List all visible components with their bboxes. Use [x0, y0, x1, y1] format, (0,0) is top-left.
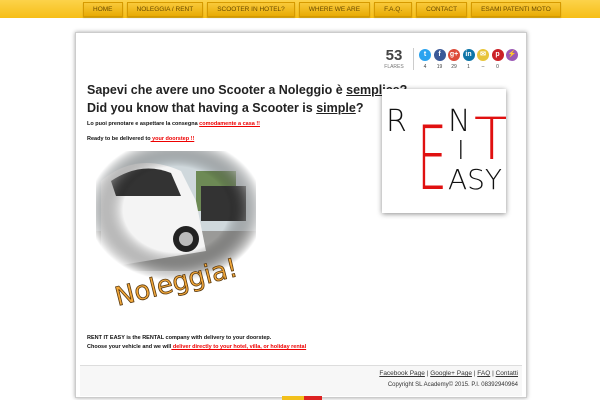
hotel-delivery-link[interactable]: deliver directly to your hotel, villa, o…	[171, 344, 306, 350]
facebook-icon: f	[433, 49, 446, 61]
doorstep-link[interactable]: your doorstep !!	[151, 136, 194, 142]
share-value: 0	[496, 64, 499, 70]
share-button-flare[interactable]: ⚡	[505, 48, 519, 70]
footer-link[interactable]: Facebook Page	[379, 370, 425, 377]
share-button-google-plus[interactable]: g+ 29	[447, 48, 461, 70]
copyright: Copyright SL Academy© 2015. P.I. 0839294…	[387, 382, 518, 388]
footer-links: Facebook Page | Google+ Page | FAQ | Con…	[379, 370, 518, 377]
svg-text:I: I	[457, 136, 465, 166]
vehicle-delivery-text: Choose your vehicle and we will deliver …	[87, 344, 307, 350]
headline-english: Did you know that having a Scooter is si…	[87, 101, 364, 115]
footer-link[interactable]: Contatti	[496, 370, 518, 377]
svg-text:E: E	[417, 107, 447, 210]
share-value: 1	[467, 64, 470, 70]
pinterest-icon: p	[491, 49, 504, 61]
nav-item-home[interactable]: HOME	[83, 2, 123, 17]
delivery-text: Ready to be delivered to your doorstep !…	[87, 136, 195, 142]
nav-item-scooter-in-hotel[interactable]: SCOOTER IN HOTEL?	[207, 2, 295, 17]
nav-item-contact[interactable]: CONTACT	[416, 2, 468, 17]
booking-text: Lo puoi prenotare e aspettare la consegn…	[87, 121, 260, 127]
footer-link[interactable]: FAQ	[477, 370, 490, 377]
headline-italian: Sapevi che avere uno Scooter a Noleggio …	[87, 83, 408, 97]
content-panel: 53 FLARES t 4 f 19 g+ 29 in 1 ✉ – p 0 ⚡ Sapevi che av…	[75, 32, 527, 398]
rent-it-easy-logo: R E N T I ASY	[382, 89, 506, 213]
nav-item-f-a-q[interactable]: F.A.Q.	[374, 2, 413, 17]
nav-item-where-we-are[interactable]: WHERE WE ARE	[298, 2, 371, 17]
nav-item-noleggia-rent[interactable]: NOLEGGIA / RENT	[126, 2, 204, 17]
share-value	[505, 64, 519, 70]
footer-link[interactable]: Google+ Page	[430, 370, 472, 377]
share-button-linkedin[interactable]: in 1	[462, 48, 476, 70]
svg-text:N: N	[448, 104, 470, 139]
share-value: 19	[436, 64, 443, 70]
share-value: 4	[423, 64, 427, 70]
share-count: 53 FLARES	[379, 48, 414, 70]
share-value: –	[481, 64, 485, 70]
nav-item-esami-patenti-moto[interactable]: ESAMI PATENTI MOTO	[471, 2, 561, 17]
scooter-delivery-photo: Noleggia!	[96, 151, 256, 311]
svg-text:ASY: ASY	[448, 163, 502, 196]
twitter-icon: t	[419, 49, 431, 61]
share-button-facebook[interactable]: f 19	[433, 48, 447, 70]
footer: Facebook Page | Google+ Page | FAQ | Con…	[80, 365, 522, 396]
share-button-pinterest[interactable]: p0	[491, 48, 505, 70]
top-nav: HOME NOLEGGIA / RENT SCOOTER IN HOTEL? WHER…	[0, 0, 600, 18]
company-description: RENT IT EASY is the RENTAL company with …	[87, 335, 272, 341]
email-icon: ✉	[477, 49, 489, 61]
linkedin-icon: in	[462, 49, 475, 61]
share-button-email[interactable]: ✉ –	[476, 48, 490, 70]
flare-icon: ⚡	[506, 49, 518, 61]
svg-text:R: R	[386, 104, 407, 139]
bottom-tab[interactable]	[282, 396, 322, 400]
share-value: 29	[451, 64, 457, 70]
share-button-twitter[interactable]: t4	[418, 48, 432, 70]
google-plus-icon: g+	[448, 49, 460, 61]
home-delivery-link[interactable]: comodamente a casa !!	[199, 121, 260, 127]
share-bar: 53 FLARES t 4 f 19 g+ 29 in 1 ✉ – p 0 ⚡	[379, 48, 520, 70]
